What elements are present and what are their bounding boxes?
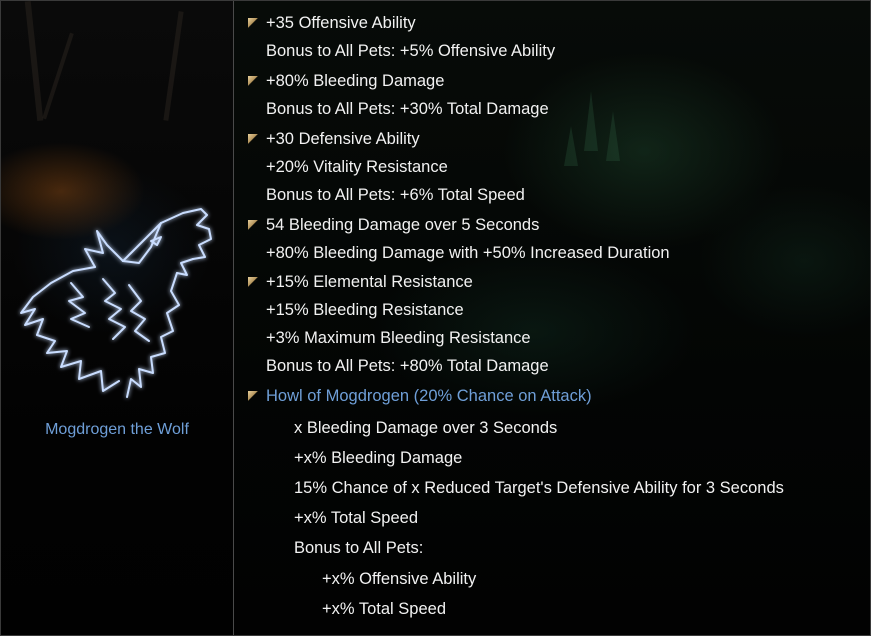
background-branch — [163, 11, 184, 121]
constellation-portrait-panel: Mogdrogen the Wolf — [1, 1, 234, 635]
constellation-stats-panel: +35 Offensive Ability Bonus to All Pets:… — [234, 1, 870, 635]
howling-wolf-icon — [20, 208, 212, 398]
celestial-power-name[interactable]: Howl of Mogdrogen (20% Chance on Attack) — [266, 382, 592, 410]
constellation-name: Mogdrogen the Wolf — [45, 421, 189, 438]
background-crystal — [564, 126, 578, 166]
bullet-icon — [248, 391, 258, 401]
bullet-icon — [248, 18, 258, 28]
bullet-icon — [248, 277, 258, 287]
bullet-icon — [248, 134, 258, 144]
background-crystal — [584, 91, 598, 151]
background-tree — [24, 1, 44, 121]
bullet-icon — [248, 220, 258, 230]
constellation-tooltip: Mogdrogen the Wolf +35 Offensive Ability… — [0, 0, 871, 636]
bullet-icon — [248, 76, 258, 86]
background-crystal — [606, 111, 620, 161]
background-branch — [42, 32, 74, 120]
